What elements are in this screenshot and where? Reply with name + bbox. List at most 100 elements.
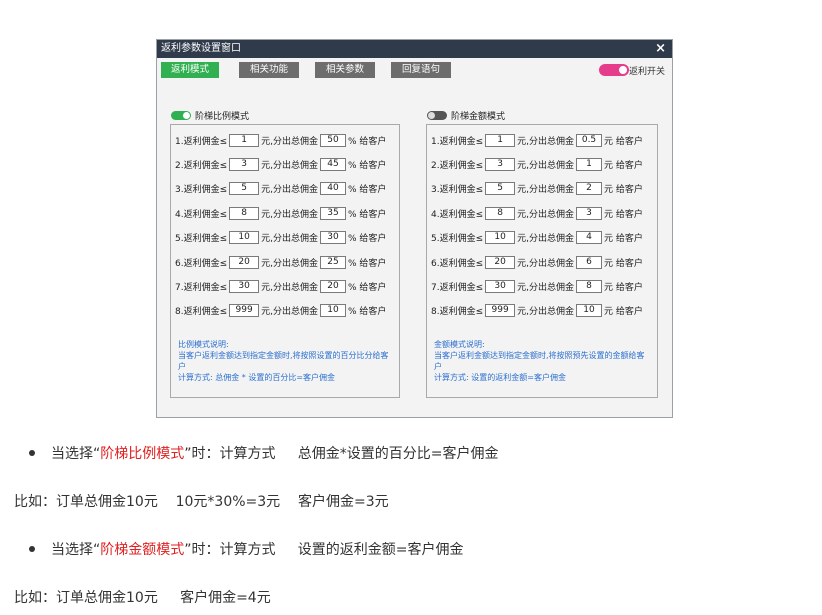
ratio-mode-row: 1.返利佣金≤ 1 元,分出总佣金 50% 给客户: [175, 133, 386, 147]
settings-window: 返利参数设置窗口 × 返利模式 相关功能 相关参数 回复语句 返利开关 阶梯比例…: [156, 39, 673, 418]
share-input[interactable]: 3: [576, 206, 603, 220]
bullet2-pre: 当选择“: [51, 542, 101, 558]
share-input[interactable]: 40: [320, 182, 347, 196]
threshold-input[interactable]: 20: [485, 255, 516, 269]
tab-related-functions[interactable]: 相关功能: [239, 62, 299, 78]
close-icon[interactable]: ×: [655, 40, 666, 58]
share-input[interactable]: 6: [576, 255, 603, 269]
row-mid: 元,分出总佣金: [261, 307, 319, 318]
row-suffix: 元 给客户: [604, 234, 643, 245]
threshold-input[interactable]: 5: [229, 182, 260, 196]
ratio-mode-toggle[interactable]: [171, 111, 191, 120]
row-prefix: 4.返利佣金≤: [175, 209, 228, 220]
ratio-mode-row: 8.返利佣金≤ 999 元,分出总佣金 10% 给客户: [175, 304, 386, 318]
threshold-input[interactable]: 8: [485, 206, 516, 220]
amount-desc-line2: 计算方式: 设置的返利金额=客户佣金: [434, 373, 566, 382]
row-suffix: 元 给客户: [604, 307, 643, 318]
bullet-amount-mode: 当选择“ 阶梯金额模式 ”时：计算方式 设置的返利金额=客户佣金: [29, 539, 464, 559]
row-mid: 元,分出总佣金: [517, 160, 575, 171]
ratio-mode-panel: 1.返利佣金≤ 1 元,分出总佣金 50% 给客户 2.返利佣金≤ 3 元,分出总佣金 45%…: [170, 124, 400, 398]
row-mid: 元,分出总佣金: [517, 185, 575, 196]
row-suffix: % 给客户: [348, 258, 387, 269]
share-input[interactable]: 0.5: [576, 133, 603, 147]
share-input[interactable]: 4: [576, 231, 603, 245]
ratio-mode-header: 阶梯比例模式: [171, 109, 249, 122]
threshold-input[interactable]: 999: [229, 304, 260, 318]
row-suffix: % 给客户: [348, 136, 387, 147]
threshold-input[interactable]: 8: [229, 206, 260, 220]
ratio-desc-line1: 当客户返利金额达到指定金额时,将按照设置的百分比分给客户: [178, 351, 389, 371]
rebate-switch-toggle[interactable]: [598, 64, 629, 76]
row-suffix: 元 给客户: [604, 209, 643, 220]
amount-mode-row: 3.返利佣金≤ 5 元,分出总佣金 2 元 给客户: [431, 182, 643, 196]
row-prefix: 7.返利佣金≤: [175, 282, 228, 293]
amount-mode-row: 2.返利佣金≤ 3 元,分出总佣金 1 元 给客户: [431, 157, 643, 171]
bullet2-post: ”时：计算方式 设置的返利金额=客户佣金: [184, 542, 464, 558]
master-switch: 返利开关: [598, 63, 665, 77]
row-mid: 元,分出总佣金: [261, 258, 319, 269]
row-mid: 元,分出总佣金: [261, 282, 319, 293]
amount-desc-line1: 当客户返利金额达到指定金额时,将按照预先设置的金额给客户: [434, 351, 645, 371]
threshold-input[interactable]: 5: [485, 182, 516, 196]
row-prefix: 4.返利佣金≤: [431, 209, 484, 220]
share-input[interactable]: 8: [576, 279, 603, 293]
row-prefix: 1.返利佣金≤: [175, 136, 228, 147]
threshold-input[interactable]: 3: [485, 157, 516, 171]
example-ratio: 比如：订单总佣金10元 10元*30%=3元 客户佣金=3元: [14, 494, 389, 510]
ratio-mode-row: 3.返利佣金≤ 5 元,分出总佣金 40% 给客户: [175, 182, 386, 196]
example-amount: 比如：订单总佣金10元 客户佣金=4元: [14, 590, 271, 606]
threshold-input[interactable]: 1: [229, 133, 260, 147]
amount-mode-row: 4.返利佣金≤ 8 元,分出总佣金 3 元 给客户: [431, 206, 643, 220]
row-mid: 元,分出总佣金: [261, 209, 319, 220]
threshold-input[interactable]: 30: [485, 279, 516, 293]
row-prefix: 6.返利佣金≤: [431, 258, 484, 269]
tab-rebate-mode[interactable]: 返利模式: [161, 62, 219, 78]
ratio-mode-row: 2.返利佣金≤ 3 元,分出总佣金 45% 给客户: [175, 157, 386, 171]
ratio-mode-label: 阶梯比例模式: [195, 112, 250, 122]
amount-mode-description: 金额模式说明: 当客户返利金额达到指定金额时,将按照预先设置的金额给客户 计算方…: [434, 339, 652, 383]
ratio-mode-row: 5.返利佣金≤ 10 元,分出总佣金 30% 给客户: [175, 231, 386, 245]
bullet1-pre: 当选择“: [51, 446, 101, 462]
share-input[interactable]: 10: [576, 304, 603, 318]
threshold-input[interactable]: 20: [229, 255, 260, 269]
threshold-input[interactable]: 10: [485, 231, 516, 245]
amount-desc-title: 金额模式说明:: [434, 340, 485, 349]
threshold-input[interactable]: 30: [229, 279, 260, 293]
amount-mode-row: 5.返利佣金≤ 10 元,分出总佣金 4 元 给客户: [431, 231, 643, 245]
threshold-input[interactable]: 999: [485, 304, 516, 318]
share-input[interactable]: 1: [576, 157, 603, 171]
amount-mode-row: 6.返利佣金≤ 20 元,分出总佣金 6 元 给客户: [431, 255, 643, 269]
share-input[interactable]: 2: [576, 182, 603, 196]
row-suffix: % 给客户: [348, 209, 387, 220]
tab-related-params[interactable]: 相关参数: [315, 62, 375, 78]
row-mid: 元,分出总佣金: [517, 258, 575, 269]
ratio-mode-row: 7.返利佣金≤ 30 元,分出总佣金 20% 给客户: [175, 279, 386, 293]
row-suffix: 元 给客户: [604, 282, 643, 293]
title-bar: 返利参数设置窗口 ×: [157, 40, 672, 58]
bullet-dot: [29, 450, 35, 456]
bullet-dot: [29, 546, 35, 552]
row-mid: 元,分出总佣金: [261, 185, 319, 196]
amount-mode-toggle[interactable]: [427, 111, 447, 120]
threshold-input[interactable]: 3: [229, 157, 260, 171]
share-input[interactable]: 25: [320, 255, 347, 269]
amount-mode-row: 8.返利佣金≤ 999 元,分出总佣金 10 元 给客户: [431, 304, 643, 318]
share-input[interactable]: 35: [320, 206, 347, 220]
row-prefix: 3.返利佣金≤: [431, 185, 484, 196]
threshold-input[interactable]: 1: [485, 133, 516, 147]
share-input[interactable]: 30: [320, 231, 347, 245]
row-mid: 元,分出总佣金: [517, 282, 575, 293]
row-mid: 元,分出总佣金: [261, 234, 319, 245]
row-mid: 元,分出总佣金: [517, 307, 575, 318]
ratio-mode-row: 6.返利佣金≤ 20 元,分出总佣金 25% 给客户: [175, 255, 386, 269]
tab-reply-phrases[interactable]: 回复语句: [391, 62, 451, 78]
share-input[interactable]: 50: [320, 133, 347, 147]
row-suffix: 元 给客户: [604, 185, 643, 196]
amount-mode-label: 阶梯金额模式: [451, 112, 506, 122]
amount-mode-row: 1.返利佣金≤ 1 元,分出总佣金 0.5 元 给客户: [431, 133, 643, 147]
row-suffix: 元 给客户: [604, 136, 643, 147]
share-input[interactable]: 45: [320, 157, 347, 171]
share-input[interactable]: 20: [320, 279, 347, 293]
share-input[interactable]: 10: [320, 304, 347, 318]
threshold-input[interactable]: 10: [229, 231, 260, 245]
